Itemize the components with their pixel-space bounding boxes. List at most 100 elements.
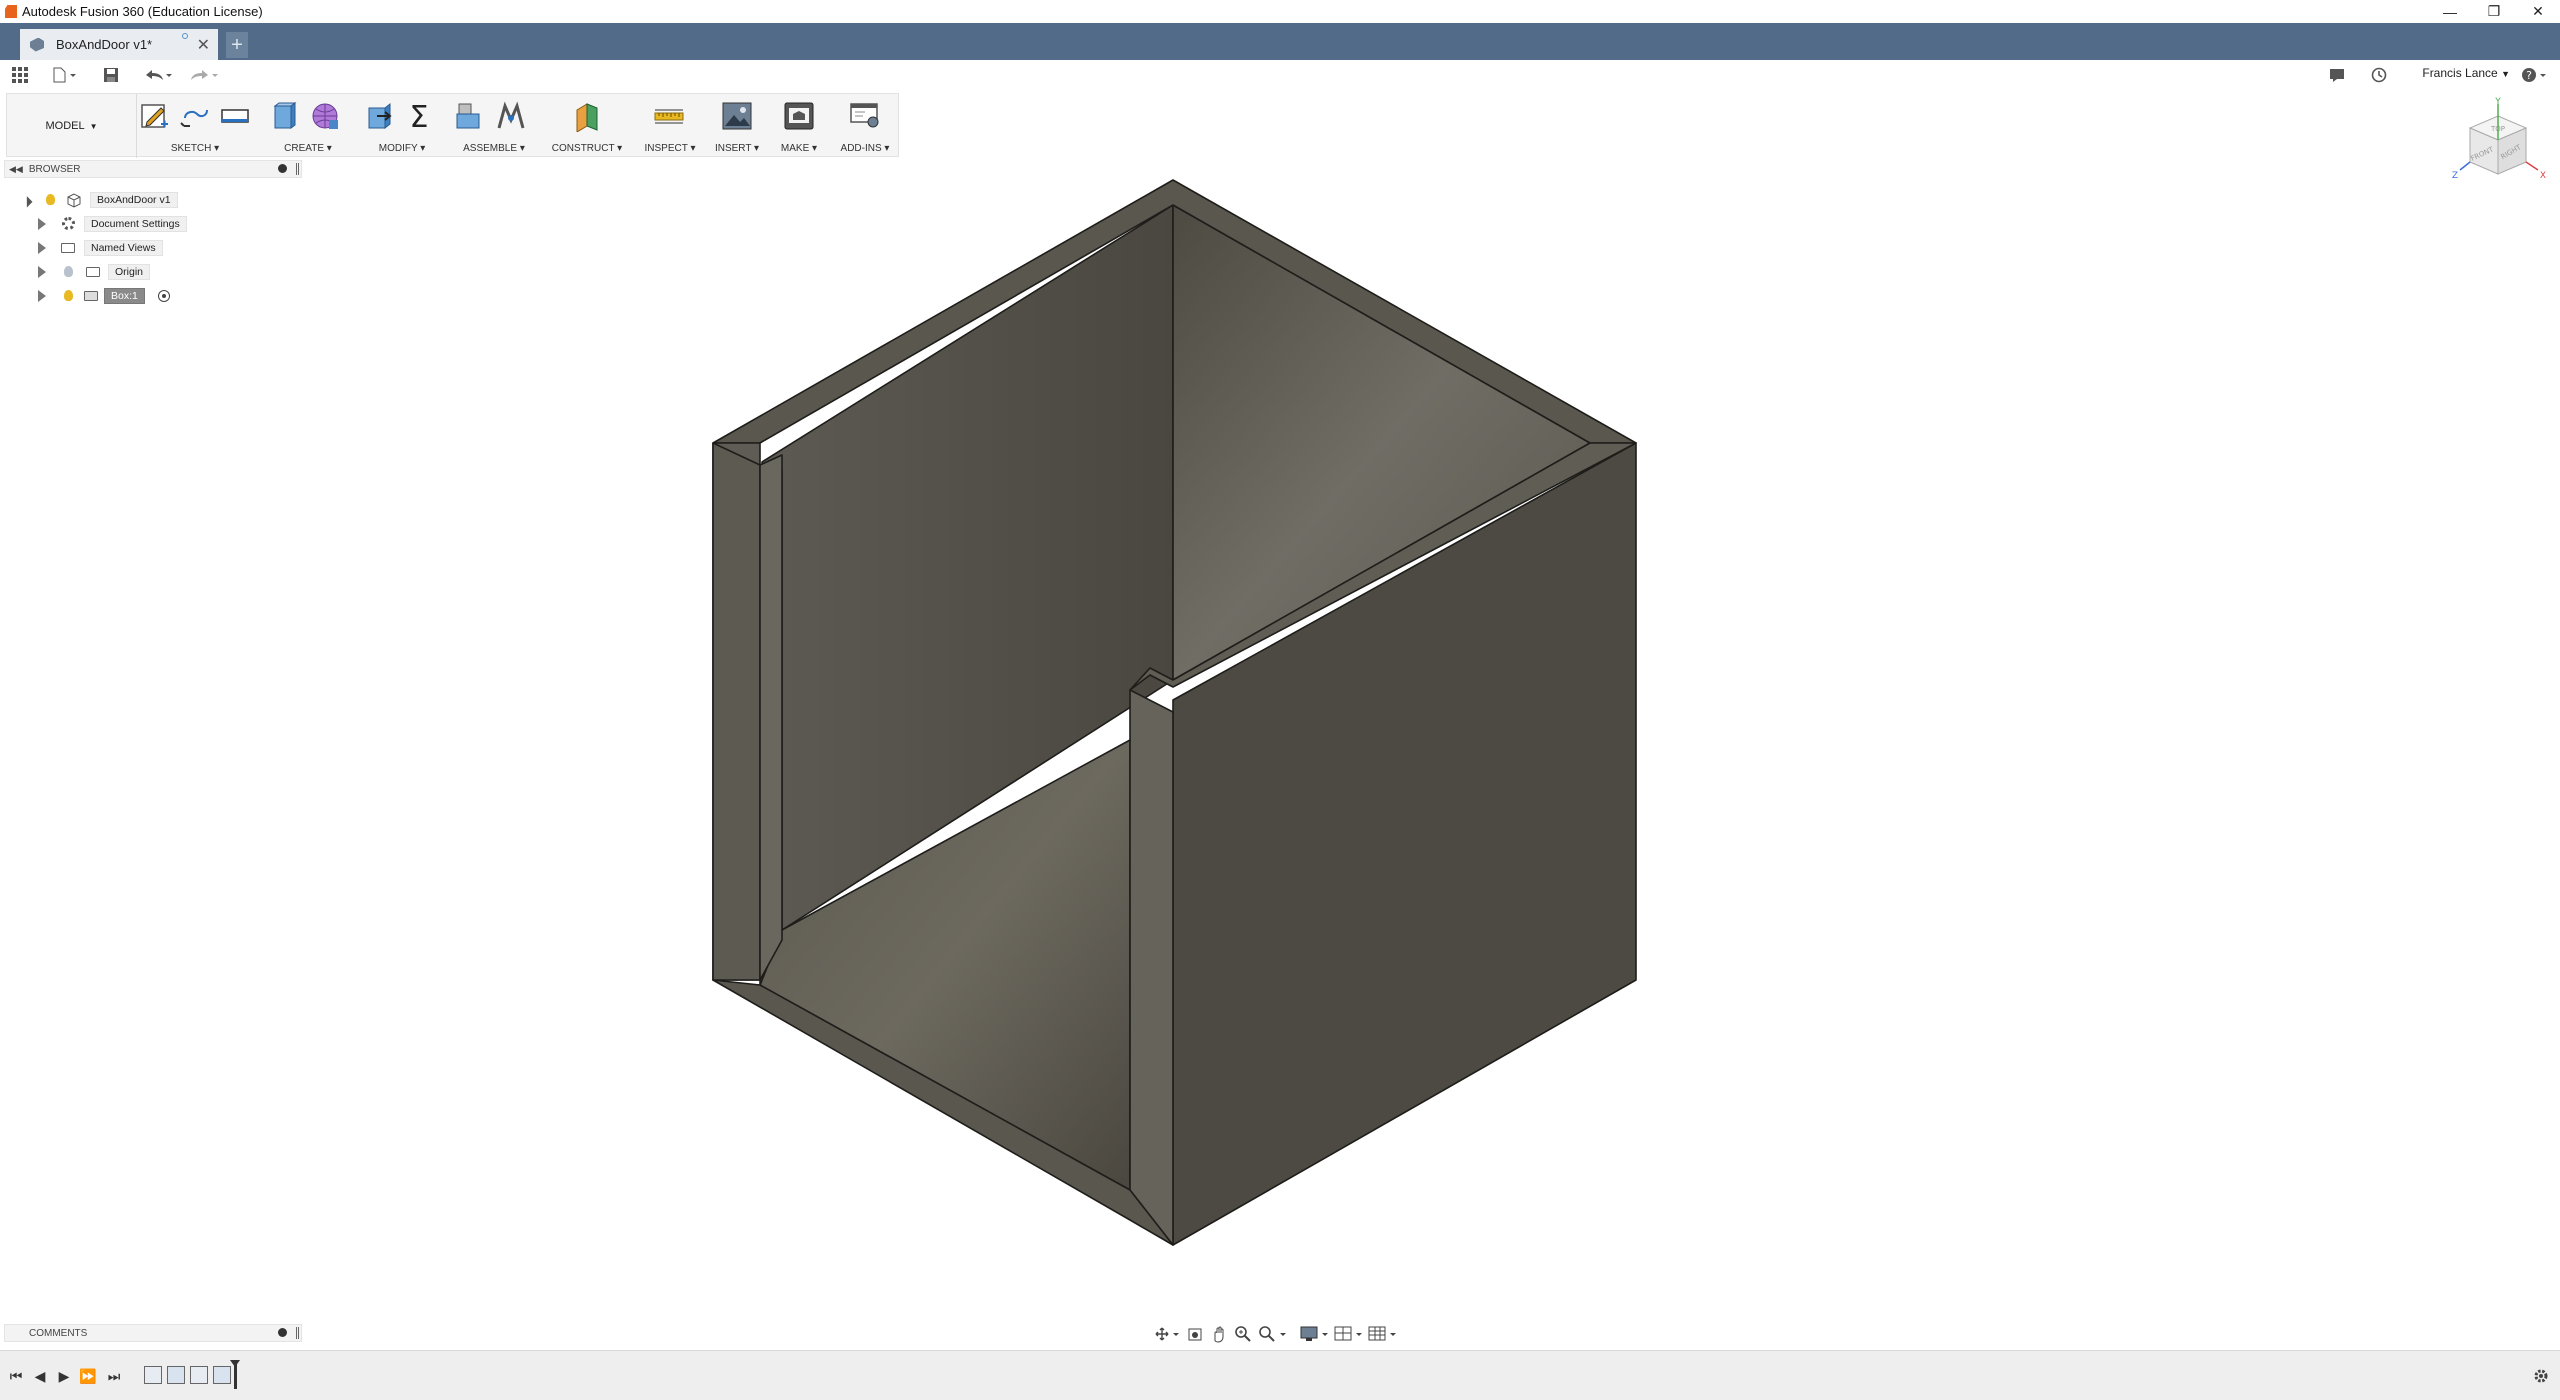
notifications-icon[interactable] — [2326, 65, 2348, 85]
timeline-sketch-icon[interactable] — [190, 1366, 208, 1384]
redo-icon[interactable] — [186, 65, 220, 85]
look-at-icon[interactable] — [1186, 1325, 1204, 1343]
file-menu-icon[interactable] — [50, 65, 80, 85]
add-ins-group[interactable]: ADD-INS ▾ — [831, 94, 899, 158]
fit-icon[interactable] — [1258, 1325, 1288, 1343]
create-group[interactable]: CREATE ▾ — [263, 94, 353, 158]
box-icon[interactable] — [267, 100, 299, 132]
modify-group-label: MODIFY ▾ — [378, 143, 426, 154]
tree-root-label: BoxAndDoor v1 — [90, 192, 178, 208]
panel-resize-handle[interactable] — [296, 1327, 299, 1339]
new-component-icon[interactable] — [453, 100, 485, 132]
make-icon[interactable] — [783, 100, 815, 132]
rectangle-icon[interactable] — [219, 100, 251, 132]
expand-arrow-icon[interactable] — [38, 266, 46, 278]
quick-access-toolbar: ? — [0, 60, 2560, 90]
scripts-icon[interactable] — [849, 100, 881, 132]
add-comment-icon[interactable] — [278, 1328, 287, 1337]
parameters-icon[interactable]: Σ — [403, 100, 435, 132]
y-axis-label: Y — [2494, 97, 2501, 107]
construct-group[interactable]: CONSTRUCT ▾ — [545, 94, 629, 158]
component-icon — [84, 291, 98, 301]
help-icon[interactable]: ? — [2520, 65, 2550, 85]
tree-root-row[interactable]: BoxAndDoor v1 — [0, 189, 200, 211]
expand-arrow-icon[interactable] — [38, 218, 46, 230]
document-icon — [30, 37, 44, 52]
press-pull-icon[interactable] — [363, 100, 395, 132]
browser-panel-header[interactable]: ◀◀ BROWSER — [4, 160, 302, 178]
step-back-icon[interactable]: ◀ — [32, 1368, 48, 1384]
sketch-group[interactable]: SKETCH ▾ — [135, 94, 255, 158]
restore-icon[interactable]: ❐ — [2472, 0, 2516, 23]
go-to-end-icon[interactable]: ⏭ — [106, 1368, 122, 1384]
tree-item-label: Origin — [108, 264, 151, 280]
collapse-arrow-icon[interactable] — [15, 190, 33, 208]
save-icon[interactable] — [100, 65, 122, 85]
timeline-extrude-icon[interactable] — [213, 1366, 231, 1384]
close-icon[interactable]: ✕ — [2516, 0, 2560, 23]
close-tab-icon[interactable]: ✕ — [197, 35, 210, 55]
sketch-group-label: SKETCH ▾ — [170, 143, 220, 154]
grid-settings-icon[interactable] — [1334, 1325, 1364, 1343]
pan-icon[interactable] — [1210, 1325, 1228, 1343]
workspace-switcher[interactable]: MODEL ▼ — [7, 94, 137, 158]
new-tab-button[interactable]: + — [226, 32, 248, 58]
play-icon[interactable]: ▶ — [56, 1368, 72, 1384]
workspace-label: MODEL — [45, 120, 85, 132]
tree-item-box-1[interactable]: Box:1 — [0, 285, 200, 307]
user-account-menu[interactable]: Francis Lance ▼ — [2422, 66, 2510, 80]
document-tab[interactable]: BoxAndDoor v1* ✕ — [20, 29, 218, 60]
tree-item-document-settings[interactable]: Document Settings — [0, 213, 200, 235]
fusion-app-icon — [5, 5, 17, 18]
line-icon[interactable] — [179, 100, 211, 132]
pin-icon[interactable] — [278, 164, 287, 173]
visibility-bulb-icon[interactable] — [64, 290, 73, 301]
make-group-label: MAKE ▾ — [780, 143, 818, 154]
tree-item-named-views[interactable]: Named Views — [0, 237, 200, 259]
step-forward-icon[interactable]: ⏩ — [79, 1368, 96, 1384]
x-axis-label: X — [2540, 171, 2546, 181]
create-sketch-icon[interactable] — [139, 100, 171, 132]
display-settings-icon[interactable] — [1300, 1325, 1330, 1343]
undo-icon[interactable] — [140, 65, 174, 85]
expand-arrow-icon[interactable] — [38, 290, 46, 302]
navigation-bar — [1150, 1322, 1400, 1346]
tree-item-origin[interactable]: Origin — [0, 261, 200, 283]
timeline-extrude-icon[interactable] — [167, 1366, 185, 1384]
visibility-bulb-icon[interactable] — [64, 266, 73, 277]
box-model[interactable] — [712, 179, 1637, 1246]
joint-icon[interactable] — [495, 100, 527, 132]
data-panel-icon[interactable] — [10, 65, 30, 85]
orbit-icon[interactable] — [1154, 1326, 1182, 1342]
assemble-group[interactable]: ASSEMBLE ▾ — [449, 94, 539, 158]
chevron-down-icon: ▼ — [2501, 69, 2510, 79]
gear-icon — [62, 217, 75, 230]
viewports-icon[interactable] — [1368, 1325, 1398, 1343]
go-to-start-icon[interactable]: ⏮ — [8, 1368, 24, 1384]
activate-component-icon[interactable] — [158, 290, 170, 302]
visibility-bulb-icon[interactable] — [46, 194, 55, 205]
job-status-icon[interactable] — [2368, 65, 2390, 85]
measure-icon[interactable] — [653, 100, 685, 132]
browser-title: BROWSER — [28, 163, 81, 175]
make-group[interactable]: MAKE ▾ — [769, 94, 829, 158]
minimize-icon[interactable]: — — [2428, 0, 2472, 23]
timeline-marker-handle[interactable] — [230, 1360, 240, 1367]
modify-group[interactable]: Σ MODIFY ▾ — [361, 94, 443, 158]
timeline-sketch-icon[interactable] — [144, 1366, 162, 1384]
folder-icon — [86, 267, 100, 277]
model-viewport[interactable] — [700, 170, 1660, 1260]
panel-resize-handle[interactable] — [296, 163, 299, 175]
insert-image-icon[interactable] — [721, 100, 753, 132]
viewcube[interactable]: TOP FRONT RIGHT Y Z X — [2448, 96, 2548, 196]
sync-status-icon — [182, 33, 188, 39]
comments-panel-header[interactable]: COMMENTS — [4, 1324, 302, 1342]
form-icon[interactable] — [309, 100, 341, 132]
collapse-browser-icon[interactable]: ◀◀ — [9, 164, 23, 175]
expand-arrow-icon[interactable] — [38, 242, 46, 254]
insert-group[interactable]: INSERT ▾ — [707, 94, 767, 158]
timeline-settings-gear-icon[interactable] — [2532, 1367, 2550, 1385]
offset-plane-icon[interactable] — [571, 100, 603, 132]
zoom-icon[interactable] — [1234, 1325, 1252, 1343]
inspect-group[interactable]: INSPECT ▾ — [635, 94, 705, 158]
